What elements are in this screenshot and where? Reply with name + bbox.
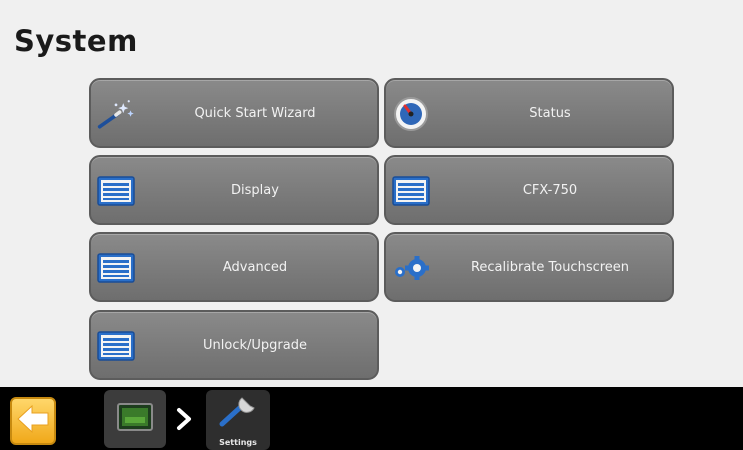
gauge-icon <box>391 94 431 134</box>
wrench-icon <box>216 392 260 434</box>
wand-icon <box>96 94 136 134</box>
chevron-right-icon <box>174 407 194 431</box>
home-screen-icon <box>117 403 153 435</box>
breadcrumb-home[interactable] <box>104 390 166 448</box>
breadcrumb-settings[interactable]: Settings <box>206 390 270 450</box>
unlock-upgrade-button[interactable]: Unlock/Upgrade <box>89 310 379 380</box>
list-icon <box>96 248 136 288</box>
quick-start-wizard-button[interactable]: Quick Start Wizard <box>89 78 379 148</box>
recalibrate-touchscreen-button[interactable]: Recalibrate Touchscreen <box>384 232 674 302</box>
list-icon <box>96 326 136 366</box>
cfx-750-button[interactable]: CFX-750 <box>384 155 674 225</box>
status-button[interactable]: Status <box>384 78 674 148</box>
display-button[interactable]: Display <box>89 155 379 225</box>
bottom-bar: Settings <box>0 387 743 450</box>
back-button[interactable] <box>10 397 56 445</box>
back-arrow-icon <box>16 404 50 438</box>
settings-breadcrumb-label: Settings <box>219 438 257 447</box>
gears-icon <box>391 248 431 288</box>
page-title: System <box>14 24 138 58</box>
list-icon <box>391 171 431 211</box>
list-icon <box>96 171 136 211</box>
advanced-button[interactable]: Advanced <box>89 232 379 302</box>
